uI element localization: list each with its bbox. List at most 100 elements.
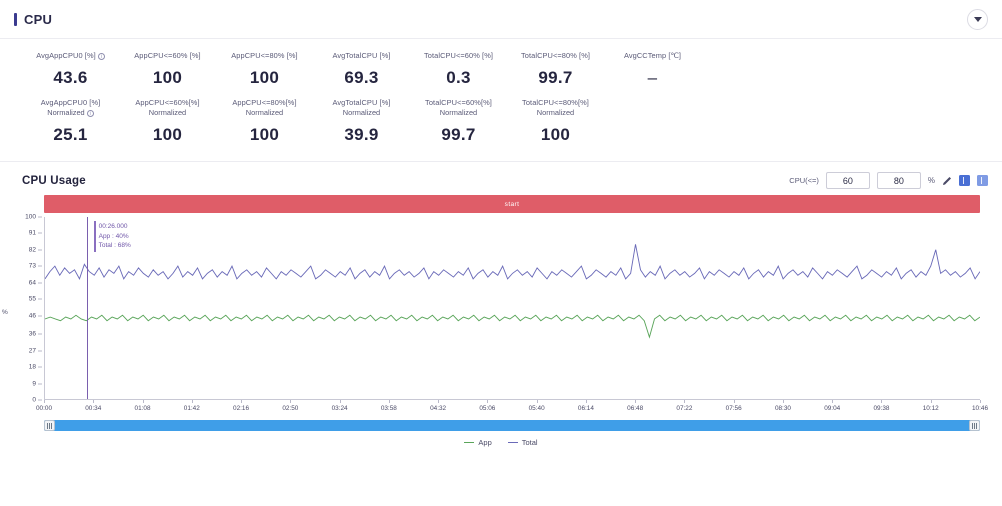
range-scrollbar[interactable] bbox=[44, 419, 980, 432]
y-axis-tick: 100 bbox=[8, 214, 36, 221]
x-axis-tickmark bbox=[832, 400, 833, 403]
kpi-label-text: AvgAppCPU0 [%] bbox=[36, 51, 96, 60]
x-axis-tick: 01:42 bbox=[184, 405, 200, 412]
x-axis-tick: 02:16 bbox=[233, 405, 249, 412]
x-axis-tick: 03:24 bbox=[332, 405, 348, 412]
kpi-app-cpu-le60-normalized: AppCPU<=60%[%] Normalized 100 bbox=[119, 94, 216, 151]
kpi-total-cpu-le80: TotalCPU<=80% [%] 99.7 bbox=[507, 47, 604, 94]
kpi-value: 100 bbox=[216, 68, 313, 88]
kpi-value: 100 bbox=[507, 125, 604, 145]
kpi-value: 43.6 bbox=[22, 68, 119, 88]
table-icon[interactable] bbox=[977, 175, 988, 186]
x-axis-tick: 00:00 bbox=[36, 405, 52, 412]
legend-item-app[interactable]: App bbox=[464, 438, 491, 447]
kpi-label-text: TotalCPU<=60% [%] bbox=[410, 51, 507, 61]
kpi-avg-cc-temp: AvgCCTemp [℃] – bbox=[604, 47, 701, 94]
kpi-avg-app-cpu0-normalized: AvgAppCPU0 [%] Normalizedi 25.1 bbox=[22, 94, 119, 151]
kpi-row-raw: AvgAppCPU0 [%]i 43.6 AppCPU<=60% [%] 100… bbox=[0, 47, 1002, 94]
tooltip-total: Total : 68% bbox=[99, 241, 131, 251]
y-axis-tick: 36 bbox=[8, 331, 36, 338]
hover-tooltip: 00:26.000 App : 40% Total : 68% bbox=[94, 221, 134, 252]
kpi-app-cpu-le80-normalized: AppCPU<=80%[%] Normalized 100 bbox=[216, 94, 313, 151]
y-axis-tick: 27 bbox=[8, 347, 36, 354]
x-axis-tickmark bbox=[635, 400, 636, 403]
y-axis-tickmark bbox=[38, 233, 42, 234]
resize-handle-right-icon[interactable] bbox=[969, 420, 980, 431]
kpi-sublabel-text: Normalized bbox=[410, 108, 507, 118]
scrollbar-thumb[interactable] bbox=[44, 420, 980, 431]
y-axis-tickmark bbox=[38, 350, 42, 351]
status-banner[interactable]: start bbox=[44, 195, 980, 213]
threshold-high-input[interactable] bbox=[877, 172, 921, 189]
series-line-app bbox=[45, 315, 980, 337]
legend-swatch bbox=[508, 442, 518, 444]
y-axis-tickmark bbox=[38, 383, 42, 384]
x-axis-tick: 07:22 bbox=[676, 405, 692, 412]
y-axis-tickmark bbox=[38, 299, 42, 300]
kpi-label-text: TotalCPU<=80% [%] bbox=[507, 51, 604, 61]
tooltip-time: 00:26.000 bbox=[99, 222, 131, 232]
kpi-label-text: AvgTotalCPU [%] bbox=[313, 51, 410, 61]
x-axis-tick: 10:46 bbox=[972, 405, 988, 412]
kpi-label-text: AppCPU<=60% [%] bbox=[119, 51, 216, 61]
y-axis-tick: 82 bbox=[8, 246, 36, 253]
x-axis: 00:0000:3401:0801:4202:1602:5003:2403:58… bbox=[44, 400, 980, 416]
chart-legend: App Total bbox=[0, 438, 1002, 447]
x-axis-tick: 02:50 bbox=[282, 405, 298, 412]
y-axis-tickmark bbox=[38, 217, 42, 218]
x-axis-tickmark bbox=[44, 400, 45, 403]
y-axis-tickmark bbox=[38, 266, 42, 267]
bar-chart-icon[interactable] bbox=[959, 175, 970, 186]
kpi-app-cpu-le60: AppCPU<=60% [%] 100 bbox=[119, 47, 216, 94]
kpi-app-cpu-le80: AppCPU<=80% [%] 100 bbox=[216, 47, 313, 94]
series-canvas bbox=[45, 217, 980, 399]
x-axis-tick: 05:40 bbox=[529, 405, 545, 412]
x-axis-tickmark bbox=[881, 400, 882, 403]
y-axis-tick: 9 bbox=[8, 380, 36, 387]
chart-title: CPU Usage bbox=[22, 175, 86, 187]
kpi-sublabel-text: Normalized bbox=[313, 108, 410, 118]
kpi-value: 25.1 bbox=[22, 125, 119, 145]
series-line-total bbox=[45, 244, 980, 279]
y-axis-tick: 46 bbox=[8, 312, 36, 319]
kpi-label-text: AvgCCTemp [℃] bbox=[604, 51, 701, 61]
kpi-value: 99.7 bbox=[507, 68, 604, 88]
y-axis-tick: 64 bbox=[8, 279, 36, 286]
y-axis-tick: 18 bbox=[8, 364, 36, 371]
kpi-value: 39.9 bbox=[313, 125, 410, 145]
x-axis-tick: 06:48 bbox=[627, 405, 643, 412]
plot-grid[interactable]: 00:26.000 App : 40% Total : 68% bbox=[44, 217, 980, 400]
kpi-value: 100 bbox=[119, 125, 216, 145]
x-axis-tickmark bbox=[487, 400, 488, 403]
x-axis-tick: 05:06 bbox=[479, 405, 495, 412]
collapse-button[interactable] bbox=[967, 9, 988, 30]
x-axis-tickmark bbox=[783, 400, 784, 403]
threshold-low-input[interactable] bbox=[826, 172, 870, 189]
x-axis-tickmark bbox=[290, 400, 291, 403]
kpi-value: 69.3 bbox=[313, 68, 410, 88]
kpi-label-text: AvgTotalCPU [%] bbox=[313, 98, 410, 108]
x-axis-tick: 09:04 bbox=[824, 405, 840, 412]
cursor-line bbox=[87, 217, 88, 399]
info-icon[interactable]: i bbox=[87, 110, 94, 117]
info-icon[interactable]: i bbox=[98, 53, 105, 60]
y-axis-tick: 0 bbox=[8, 397, 36, 404]
x-axis-tick: 00:34 bbox=[85, 405, 101, 412]
kpi-label-text: AppCPU<=80% [%] bbox=[216, 51, 313, 61]
resize-handle-left-icon[interactable] bbox=[44, 420, 55, 431]
kpi-sublabel-text: Normalized bbox=[507, 108, 604, 118]
y-axis: % 10091827364554636271890 bbox=[0, 217, 44, 400]
kpi-sublabel-text: Normalized bbox=[47, 108, 84, 117]
y-axis-tick: 91 bbox=[8, 230, 36, 237]
pencil-icon[interactable] bbox=[942, 176, 952, 186]
y-axis-label: % bbox=[2, 309, 8, 316]
x-axis-tickmark bbox=[931, 400, 932, 403]
scrollbar-track[interactable] bbox=[44, 420, 980, 431]
x-axis-tickmark bbox=[980, 400, 981, 403]
kpi-avg-total-cpu: AvgTotalCPU [%] 69.3 bbox=[313, 47, 410, 94]
kpi-avg-total-cpu-normalized: AvgTotalCPU [%] Normalized 39.9 bbox=[313, 94, 410, 151]
kpi-label-text: TotalCPU<=60%[%] bbox=[410, 98, 507, 108]
kpi-total-cpu-le60-normalized: TotalCPU<=60%[%] Normalized 99.7 bbox=[410, 94, 507, 151]
legend-item-total[interactable]: Total bbox=[508, 438, 538, 447]
kpi-label-text: AppCPU<=80%[%] bbox=[216, 98, 313, 108]
